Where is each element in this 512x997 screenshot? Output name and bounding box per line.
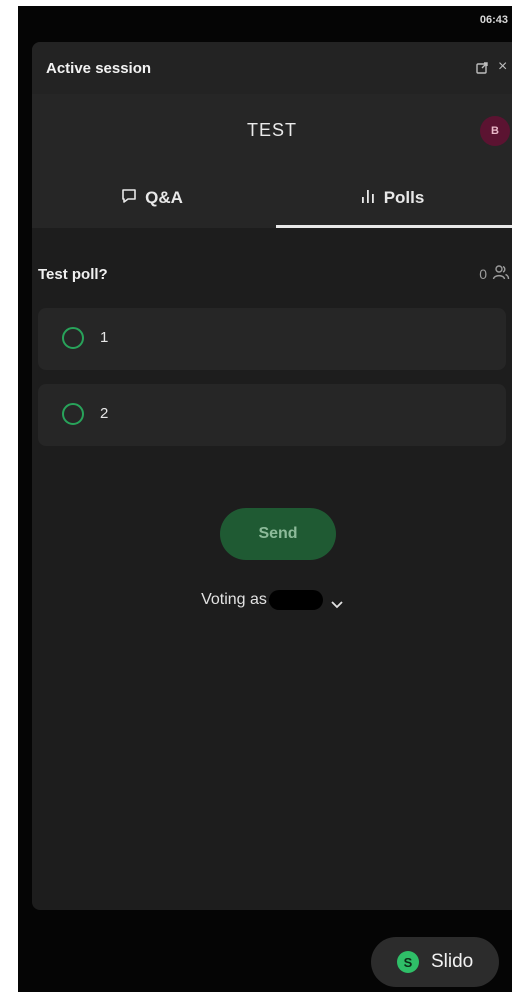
popout-icon[interactable] (476, 61, 488, 74)
active-tab-indicator (276, 225, 512, 228)
radio-button[interactable] (62, 403, 84, 425)
tab-polls[interactable]: Polls (272, 168, 512, 228)
chat-bubble-icon (121, 188, 137, 209)
poll-option-label: 1 (100, 329, 109, 346)
status-clock: 06:43 (479, 14, 508, 26)
voting-as-label: Voting as (201, 591, 267, 608)
tab-bar: Q&A Polls (32, 168, 512, 228)
panel-title: Active session (46, 60, 152, 77)
radio-button[interactable] (62, 327, 84, 349)
send-button[interactable]: Send (220, 508, 336, 560)
tab-qa[interactable]: Q&A (32, 168, 272, 228)
slido-panel: Active session × TEST B Q&A Polls Test p… (32, 42, 512, 910)
tab-qa-label: Q&A (145, 188, 183, 207)
bar-chart-icon (360, 188, 376, 209)
poll-option-1[interactable]: 1 (38, 308, 506, 370)
close-icon[interactable]: × (498, 59, 512, 75)
app-screen: 06:43 Active session × TEST B Q&A Polls … (18, 6, 512, 992)
poll-option-label: 2 (100, 405, 109, 422)
poll-question: Test poll? (38, 266, 108, 283)
chevron-down-icon (331, 596, 343, 609)
slido-logo-icon: S (397, 951, 419, 973)
participant-count: 0 (479, 264, 510, 283)
voting-as-selector[interactable]: Voting as (32, 590, 512, 610)
participant-count-value: 0 (479, 265, 487, 282)
tab-polls-label: Polls (383, 188, 425, 207)
people-icon (492, 264, 510, 283)
header-actions: × (476, 59, 512, 75)
poll-option-2[interactable]: 2 (38, 384, 506, 446)
slido-label: Slido (431, 951, 474, 972)
avatar[interactable]: B (480, 116, 510, 146)
voter-name-redacted (268, 590, 323, 610)
panel-header: Active session × (32, 42, 512, 94)
session-name: TEST (246, 120, 297, 140)
session-bar: TEST B Q&A Polls (32, 94, 512, 228)
slido-button[interactable]: S Slido (371, 937, 499, 987)
